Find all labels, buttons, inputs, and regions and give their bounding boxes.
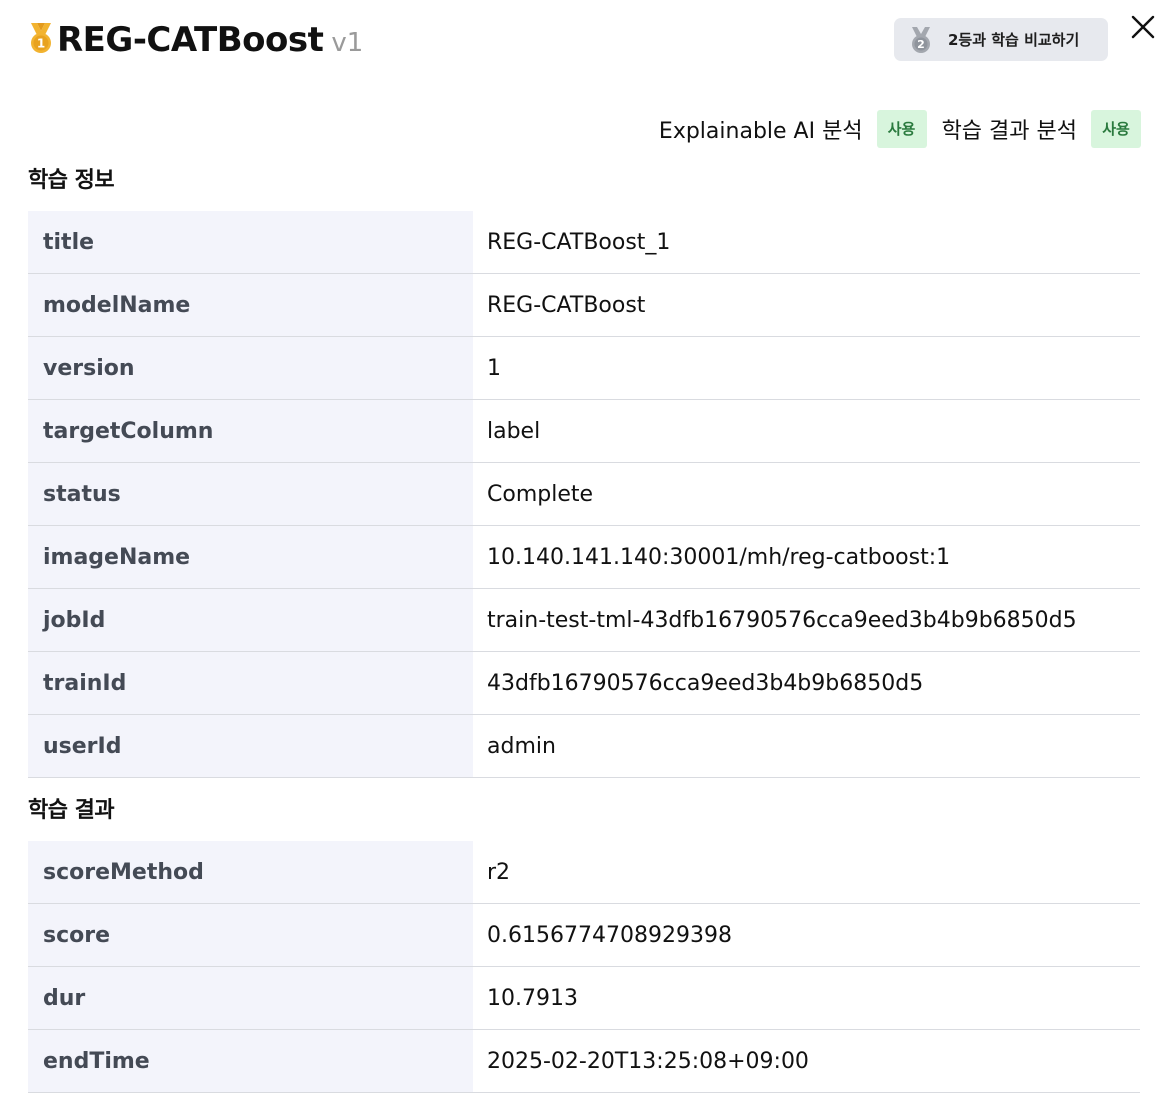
row-key: dur [28,967,473,1029]
row-value: admin [487,733,556,759]
compare-button-label: 2등과 학습 비교하기 [948,31,1080,49]
table-row: score 0.6156774708929398 [28,904,1140,967]
table-row: targetColumn label [28,400,1140,463]
train-result-table: scoreMethod r2 score 0.6156774708929398 dur 1… [28,841,1140,1093]
row-key: scoreMethod [28,841,473,903]
table-row: status Complete [28,463,1140,526]
row-value: 2025-02-20T13:25:08+09:00 [487,1048,809,1074]
row-value: 10.7913 [487,985,578,1011]
row-value: 43dfb16790576cca9eed3b4b9b6850d5 [487,670,924,696]
row-key: jobId [28,589,473,651]
result-analysis-label: 학습 결과 분석 [941,118,1077,144]
silver-medal-icon: 2 [912,26,930,53]
row-key: score [28,904,473,966]
page-title: REG-CATBoost [57,20,324,60]
row-value: 10.140.141.140:30001/mh/reg-catboost:1 [487,544,951,570]
result-analysis-badge: 사용 [1091,109,1141,148]
gold-medal-icon: 1 [31,23,51,53]
xai-analysis-label: Explainable AI 분석 [658,118,863,144]
modal-header: 1 REG-CATBoost v1 [28,18,363,62]
compare-second-button[interactable]: 2 2등과 학습 비교하기 [894,18,1108,61]
svg-text:2: 2 [917,38,925,51]
table-row: dur 10.7913 [28,967,1140,1030]
row-value: r2 [487,859,511,885]
row-key: version [28,337,473,399]
row-key: modelName [28,274,473,336]
table-row: scoreMethod r2 [28,841,1140,904]
row-key: status [28,463,473,525]
table-row: modelName REG-CATBoost [28,274,1140,337]
table-row: imageName 10.140.141.140:30001/mh/reg-cat… [28,526,1140,589]
row-value: 1 [487,355,501,381]
row-value: 0.6156774708929398 [487,922,732,948]
row-key: userId [28,715,473,777]
train-result-heading: 학습 결과 [28,798,115,823]
close-icon[interactable] [1128,12,1158,42]
svg-text:1: 1 [37,37,45,51]
table-row: version 1 [28,337,1140,400]
analysis-status-bar: Explainable AI 분석 사용 학습 결과 분석 사용 [659,109,1141,148]
row-value: label [487,418,541,444]
row-value: REG-CATBoost [487,292,646,318]
row-key: imageName [28,526,473,588]
row-value: REG-CATBoost_1 [487,229,671,255]
row-key: endTime [28,1030,473,1092]
version-label: v1 [331,28,364,58]
row-value: train-test-tml-43dfb16790576cca9eed3b4b9… [487,607,1077,633]
row-value: Complete [487,481,594,507]
table-row: trainId 43dfb16790576cca9eed3b4b9b6850d5 [28,652,1140,715]
row-key: title [28,211,473,273]
train-info-table: title REG-CATBoost_1 modelName REG-CATBoost… [28,211,1140,778]
table-row: userId admin [28,715,1140,778]
row-key: trainId [28,652,473,714]
xai-analysis-badge: 사용 [876,109,927,148]
table-row: jobId train-test-tml-43dfb16790576cca9eed… [28,589,1140,652]
train-info-heading: 학습 정보 [28,168,115,193]
row-key: targetColumn [28,400,473,462]
table-row: endTime 2025-02-20T13:25:08+09:00 [28,1030,1140,1093]
table-row: title REG-CATBoost_1 [28,211,1140,274]
